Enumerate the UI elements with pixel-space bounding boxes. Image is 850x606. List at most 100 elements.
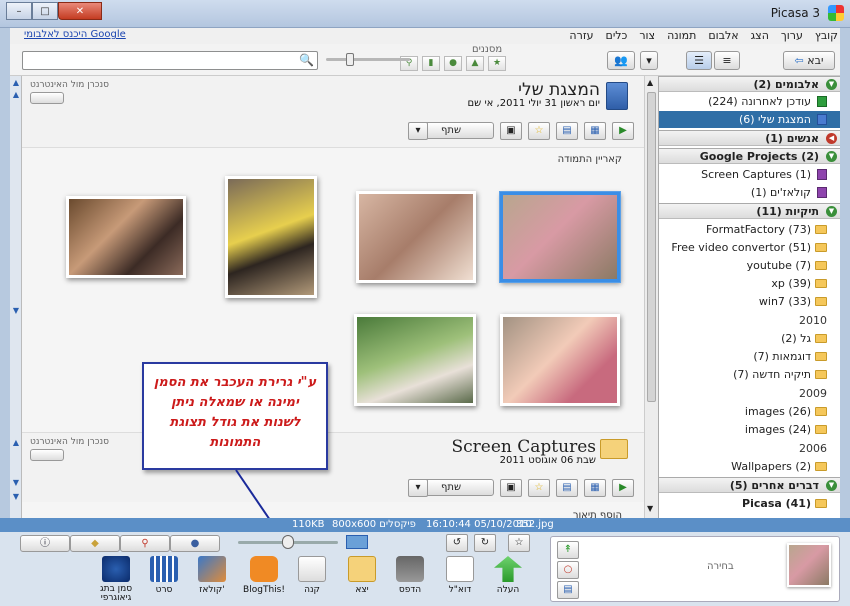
info-button[interactable]: ⓘ xyxy=(20,535,70,552)
clear-selection-icon[interactable]: ○ xyxy=(557,561,579,579)
other-header[interactable]: ▼ דברים אחרים (5) xyxy=(659,477,840,493)
collapse-icon: ▼ xyxy=(826,480,837,491)
printer-icon[interactable] xyxy=(396,556,424,582)
folder-item-label: images (24) xyxy=(744,423,811,436)
folder-item-label: גל (2) xyxy=(781,332,811,345)
year-heading: 2006 xyxy=(799,442,827,455)
rotate-left-icon[interactable]: ↺ xyxy=(446,534,468,552)
geotag-label[interactable]: סמן בתג גיאוגרפי xyxy=(90,585,142,603)
album-item-selected[interactable]: המצגת שלי (6) xyxy=(659,111,840,128)
blogger-icon[interactable] xyxy=(250,556,278,582)
folder-item-label: FormatFactory (73) xyxy=(705,223,811,236)
shop-icon[interactable] xyxy=(298,556,326,582)
shop-label[interactable]: קנה xyxy=(286,585,338,595)
movie-label[interactable]: סרט xyxy=(138,585,190,595)
export-folder-icon[interactable] xyxy=(348,556,376,582)
collage-icon[interactable] xyxy=(198,556,226,582)
star-toggle-icon[interactable]: ☆ xyxy=(508,534,530,552)
folder-icon xyxy=(815,243,827,252)
large-thumbnails-icon[interactable] xyxy=(346,535,368,549)
album-item-label: עודכן לאחרונה (224) xyxy=(708,95,811,108)
folder-item[interactable]: Free video convertor (51) xyxy=(659,239,840,256)
collapse-icon: ▼ xyxy=(826,151,837,162)
selected-photo-thumbnail[interactable] xyxy=(787,543,831,587)
recent-album-icon xyxy=(817,96,827,107)
folder-icon xyxy=(815,261,827,270)
status-filesize: 110KB xyxy=(292,519,325,530)
folder-icon xyxy=(815,334,827,343)
folder-item[interactable]: Wallpapers (2) xyxy=(659,458,840,475)
folder-item-label: xp (39) xyxy=(771,277,811,290)
email-label[interactable]: דוא"ל xyxy=(434,585,486,595)
folder-item[interactable]: תיקיה חדשה (7) xyxy=(659,366,840,383)
folders-header[interactable]: ▼ תיקיות (11) xyxy=(659,203,840,219)
folder-item[interactable]: images (24) xyxy=(659,421,840,438)
year-heading: 2010 xyxy=(799,314,827,327)
albums-header[interactable]: ▼ אלבומים (2) xyxy=(659,76,840,92)
folder-item[interactable]: win7 (33) xyxy=(659,293,840,310)
project-item-label: Screen Captures (1) xyxy=(701,168,811,181)
person-icon: ● xyxy=(190,538,200,549)
status-datetime: 16:10:44 05/10/2010 xyxy=(426,519,532,530)
blogthis-label[interactable]: BlogThis! xyxy=(238,585,290,595)
other-header-label: דברים אחרים (5) xyxy=(729,479,819,492)
project-item-label: קולאז'ים (1) xyxy=(750,186,811,199)
add-to-album-icon[interactable]: ▤ xyxy=(557,581,579,599)
folder-item-label: images (26) xyxy=(744,405,811,418)
folder-icon xyxy=(815,462,827,471)
year-heading: 2009 xyxy=(799,387,827,400)
folder-sidebar: ▼ אלבומים (2) עודכן לאחרונה (224) המצגת ש… xyxy=(658,76,840,518)
collage-label[interactable]: קולאז' xyxy=(186,585,238,595)
folders-header-label: תיקיות (11) xyxy=(756,205,819,218)
places-button[interactable]: ⚲ xyxy=(120,535,170,552)
rotate-right-icon[interactable]: ↻ xyxy=(474,534,496,552)
folder-item[interactable]: Picasa (41) xyxy=(659,495,840,512)
people-button[interactable]: ● xyxy=(170,535,220,552)
bottom-panel: ⓘ ◆ ⚲ ● ↺ ↻ ☆ העלה דוא"ל הדפס יצא קנה Bl… xyxy=(0,532,850,606)
movie-icon[interactable] xyxy=(150,556,178,582)
folder-icon xyxy=(815,425,827,434)
folder-icon xyxy=(815,352,827,361)
status-dimensions: 800x600 פיקסלים xyxy=(332,519,416,530)
hold-pin-icon[interactable]: ↟ xyxy=(557,541,579,559)
export-label[interactable]: יצא xyxy=(336,585,388,595)
folder-item[interactable]: images (26) xyxy=(659,403,840,420)
upload-label[interactable]: העלה xyxy=(482,585,534,595)
folder-item[interactable]: xp (39) xyxy=(659,275,840,292)
collapse-icon: ▼ xyxy=(826,79,837,90)
album-item-label: המצגת שלי (6) xyxy=(738,113,811,126)
tag-icon: ◆ xyxy=(91,538,99,549)
folder-item[interactable]: דוגמאות (7) xyxy=(659,348,840,365)
folder-item-label: youtube (7) xyxy=(746,259,811,272)
folder-item[interactable]: youtube (7) xyxy=(659,257,840,274)
folder-item[interactable]: גל (2) xyxy=(659,330,840,347)
thumbnail-size-thumb[interactable] xyxy=(282,535,294,549)
people-header-label: אנשים (1) xyxy=(765,132,819,145)
email-icon[interactable] xyxy=(446,556,474,582)
tags-button[interactable]: ◆ xyxy=(70,535,120,552)
expand-icon: ◀ xyxy=(826,133,837,144)
projects-header[interactable]: ▼ Google Projects (2) xyxy=(659,148,840,164)
folder-item[interactable]: FormatFactory (73) xyxy=(659,221,840,238)
folder-icon xyxy=(815,279,827,288)
folder-item-label: דוגמאות (7) xyxy=(753,350,811,363)
folder-icon xyxy=(815,407,827,416)
selection-label: בחירה xyxy=(707,561,734,572)
folder-icon xyxy=(815,499,827,508)
project-item[interactable]: Screen Captures (1) xyxy=(659,166,840,183)
projects-header-label: Google Projects (2) xyxy=(699,150,819,163)
project-icon xyxy=(817,187,827,198)
geotag-icon[interactable] xyxy=(102,556,130,582)
project-item[interactable]: קולאז'ים (1) xyxy=(659,184,840,201)
album-icon xyxy=(817,114,827,125)
folder-item-label: win7 (33) xyxy=(758,295,811,308)
people-header[interactable]: ◀ אנשים (1) xyxy=(659,130,840,146)
selection-tray: ↟ ○ ▤ בחירה xyxy=(550,536,840,602)
albums-header-label: אלבומים (2) xyxy=(753,78,819,91)
status-bar: 352.jpg 16:10:44 05/10/2010 800x600 פיקס… xyxy=(0,518,850,532)
print-label[interactable]: הדפס xyxy=(384,585,436,595)
upload-arrow-icon[interactable] xyxy=(494,556,522,582)
album-item-recent[interactable]: עודכן לאחרונה (224) xyxy=(659,93,840,110)
project-icon xyxy=(817,169,827,180)
folder-item-label: Free video convertor (51) xyxy=(671,241,811,254)
